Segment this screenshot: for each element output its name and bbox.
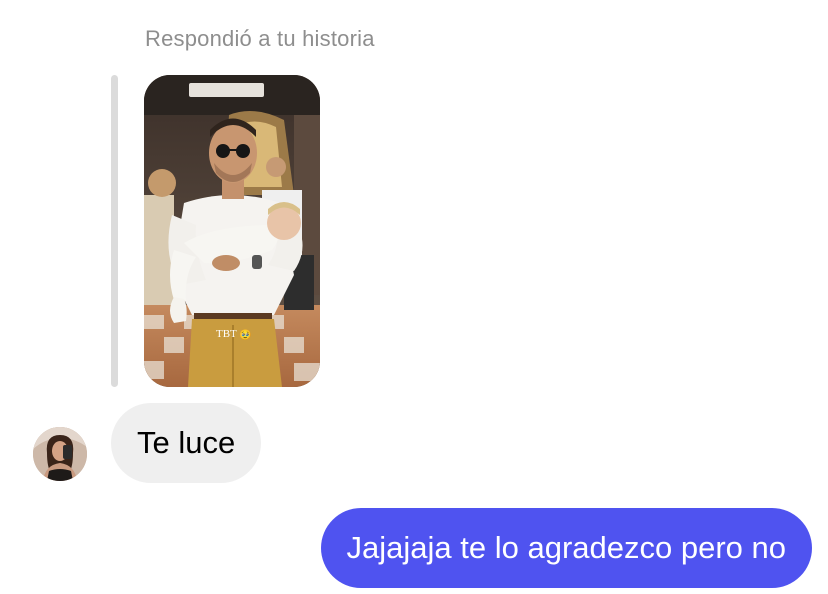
story-overlay-emoji: 🥹 (239, 329, 251, 341)
sender-avatar[interactable] (33, 427, 87, 481)
story-overlay-text: TBT (216, 328, 237, 340)
outgoing-message-bubble[interactable]: Jajajaja te lo agradezco pero no (320, 508, 812, 588)
story-photo: TBT 🥹 (144, 75, 320, 387)
story-thumbnail[interactable]: TBT 🥹 (144, 75, 320, 387)
story-reply-label: Respondió a tu historia (145, 26, 375, 51)
quote-bar (111, 75, 118, 387)
incoming-message-bubble[interactable]: Te luce (111, 403, 262, 483)
profile-photo-icon (33, 427, 87, 481)
